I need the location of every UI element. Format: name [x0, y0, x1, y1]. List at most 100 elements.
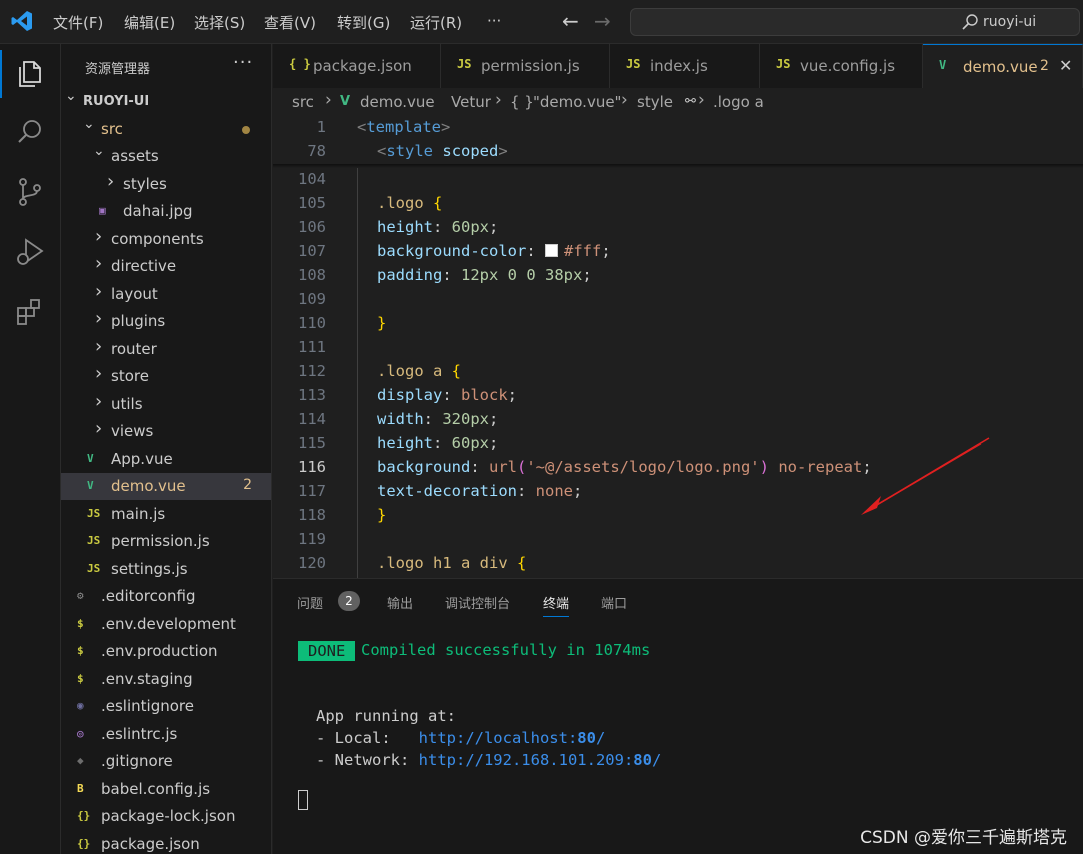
menu-item[interactable]: 文件(F): [53, 12, 103, 33]
tab-demo-vue[interactable]: Vdemo.vue 2 ✕: [923, 44, 1083, 88]
tree-file[interactable]: ◆ .gitignore: [61, 748, 271, 775]
code-text: .logo h1 a div {: [377, 554, 527, 572]
tab-ports[interactable]: 端口: [601, 593, 627, 612]
compile-message: Compiled successfully in 1074ms: [361, 641, 651, 659]
network-url-link[interactable]: http://192.168.101.209:80/: [419, 751, 662, 769]
chevron-right-icon: ›: [95, 363, 103, 384]
terminal-output[interactable]: DONE Compiled successfully in 1074ms App…: [298, 635, 1068, 845]
selector-icon: ⚯: [685, 94, 696, 109]
breadcrumb-item[interactable]: "demo.vue": [533, 93, 621, 111]
breadcrumb-item[interactable]: style: [637, 93, 673, 111]
code-text: background: url('~@/assets/logo/logo.png…: [377, 458, 872, 476]
arrow-left-icon[interactable]: ←: [562, 9, 579, 33]
editor-tabs: { } package.json JS permission.js JS index.js…: [273, 44, 1083, 88]
tree-folder[interactable]: ⌄ src: [61, 116, 271, 143]
more-actions-icon[interactable]: ···: [233, 52, 253, 73]
tree-item-label: components: [111, 229, 204, 248]
breadcrumb-item[interactable]: Vetur: [451, 93, 491, 111]
tab-index-js[interactable]: JS index.js: [610, 44, 760, 88]
tree-item-label: package.json: [101, 834, 200, 853]
title-bar: 文件(F) 编辑(E) 选择(S) 查看(V) 转到(G) 运行(R) ··· ← → ru…: [0, 0, 1083, 44]
vue-file-icon: V: [939, 58, 947, 72]
tree-folder[interactable]: › views: [61, 418, 271, 445]
tree-file[interactable]: ◉ .eslintignore: [61, 693, 271, 720]
tab-output[interactable]: 输出: [387, 593, 413, 612]
tree-item-label: router: [111, 339, 157, 358]
tab-permission-js[interactable]: JS permission.js: [441, 44, 610, 88]
code-editor[interactable]: 1 <template> 78 <style scoped> 104 105 .logo {…: [273, 116, 1083, 578]
js-file-icon: JS: [87, 561, 101, 575]
line-number: 109: [298, 290, 326, 308]
command-center-search[interactable]: ruoyi-ui: [630, 8, 1080, 36]
local-url-link[interactable]: http://localhost:80/: [419, 729, 606, 747]
tree-item-label: views: [111, 422, 154, 440]
tree-folder[interactable]: › components: [61, 226, 271, 253]
tree-file[interactable]: {} package-lock.json: [61, 803, 271, 830]
env-file-icon: $: [77, 644, 84, 657]
tree-folder[interactable]: › layout: [61, 281, 271, 308]
tree-file[interactable]: Bbabel.config.js: [61, 776, 271, 803]
code-text: .logo a {: [377, 362, 461, 380]
breadcrumb-item[interactable]: demo.vue: [360, 93, 435, 111]
run-debug-icon[interactable]: [14, 236, 46, 268]
code-line: 120 .logo h1 a div {: [273, 552, 1083, 576]
vue-file-icon: V: [87, 451, 94, 465]
tree-file[interactable]: JS settings.js: [61, 556, 271, 583]
tree-folder[interactable]: › router: [61, 336, 271, 363]
tab-problems[interactable]: 问题: [297, 593, 323, 612]
tree-folder[interactable]: ⌄ RUOYI-UI: [61, 88, 271, 115]
vscode-logo-icon[interactable]: [10, 9, 34, 33]
explorer-icon[interactable]: [14, 58, 46, 90]
chevron-right-icon: ›: [95, 418, 103, 439]
tree-file[interactable]: $ .env.staging: [61, 666, 271, 693]
tree-folder[interactable]: › styles: [61, 171, 271, 198]
tree-folder[interactable]: › store: [61, 363, 271, 390]
breadcrumb-item[interactable]: .logo a: [713, 93, 764, 111]
chevron-right-icon: ›: [95, 390, 103, 412]
babel-file-icon: B: [77, 781, 84, 795]
tree-item-label: settings.js: [111, 559, 188, 578]
search-icon[interactable]: [14, 116, 46, 148]
tree-folder[interactable]: › plugins: [61, 308, 271, 335]
menu-item[interactable]: 编辑(E): [124, 12, 175, 33]
more-menu-icon[interactable]: ···: [487, 12, 501, 30]
chevron-right-icon: ›: [698, 90, 705, 110]
breadcrumb-item[interactable]: src: [292, 93, 314, 111]
line-number: 116: [298, 458, 326, 476]
braces-icon[interactable]: { }: [510, 93, 534, 111]
tree-file[interactable]: $ .env.production: [61, 638, 271, 665]
code-line: 113 display: block;: [273, 384, 1083, 408]
tree-file[interactable]: {} package.json: [61, 831, 271, 854]
tree-file[interactable]: ▣ dahai.jpg: [61, 198, 271, 225]
menu-item[interactable]: 运行(R): [410, 12, 462, 33]
tree-file[interactable]: JS permission.js: [61, 528, 271, 555]
breadcrumb: src › demo.vue Vetur ›{ } "demo.vue" › style › .l…: [273, 88, 1083, 116]
close-icon[interactable]: ✕: [1059, 56, 1072, 75]
menu-item[interactable]: 转到(G): [337, 12, 390, 33]
tree-file[interactable]: JS main.js: [61, 501, 271, 528]
tree-file[interactable]: Vdemo.vue 2: [61, 473, 271, 500]
tree-file[interactable]: $ .env.development: [61, 611, 271, 638]
tree-folder[interactable]: ⌄ assets: [61, 143, 271, 170]
tree-file[interactable]: ◎ .eslintrc.js: [61, 721, 271, 748]
menu-item[interactable]: 查看(V): [264, 12, 316, 33]
tab-vue-config-js[interactable]: JS vue.config.js: [760, 44, 923, 88]
color-swatch[interactable]: [544, 244, 558, 257]
source-control-icon[interactable]: [14, 176, 46, 208]
tree-file[interactable]: V App.vue: [61, 446, 271, 473]
tree-file[interactable]: ⚙ .editorconfig: [61, 583, 271, 610]
tree-folder[interactable]: › directive: [61, 253, 271, 280]
tab-terminal[interactable]: 终端: [543, 593, 570, 617]
tree-item-label: permission.js: [111, 532, 210, 550]
arrow-right-icon[interactable]: →: [594, 9, 611, 33]
terminal-cursor: [298, 790, 308, 810]
tree-item-label: dahai.jpg: [123, 202, 193, 220]
extensions-icon[interactable]: [14, 296, 46, 328]
tab-package-json[interactable]: { } package.json: [273, 44, 441, 88]
tree-folder[interactable]: › utils: [61, 390, 271, 418]
code-text: <template>: [357, 118, 451, 136]
tab-debug-console[interactable]: 调试控制台: [445, 593, 510, 612]
menu-item[interactable]: 选择(S): [194, 12, 245, 33]
line-number: 111: [298, 338, 326, 356]
line-number: 118: [298, 506, 326, 524]
